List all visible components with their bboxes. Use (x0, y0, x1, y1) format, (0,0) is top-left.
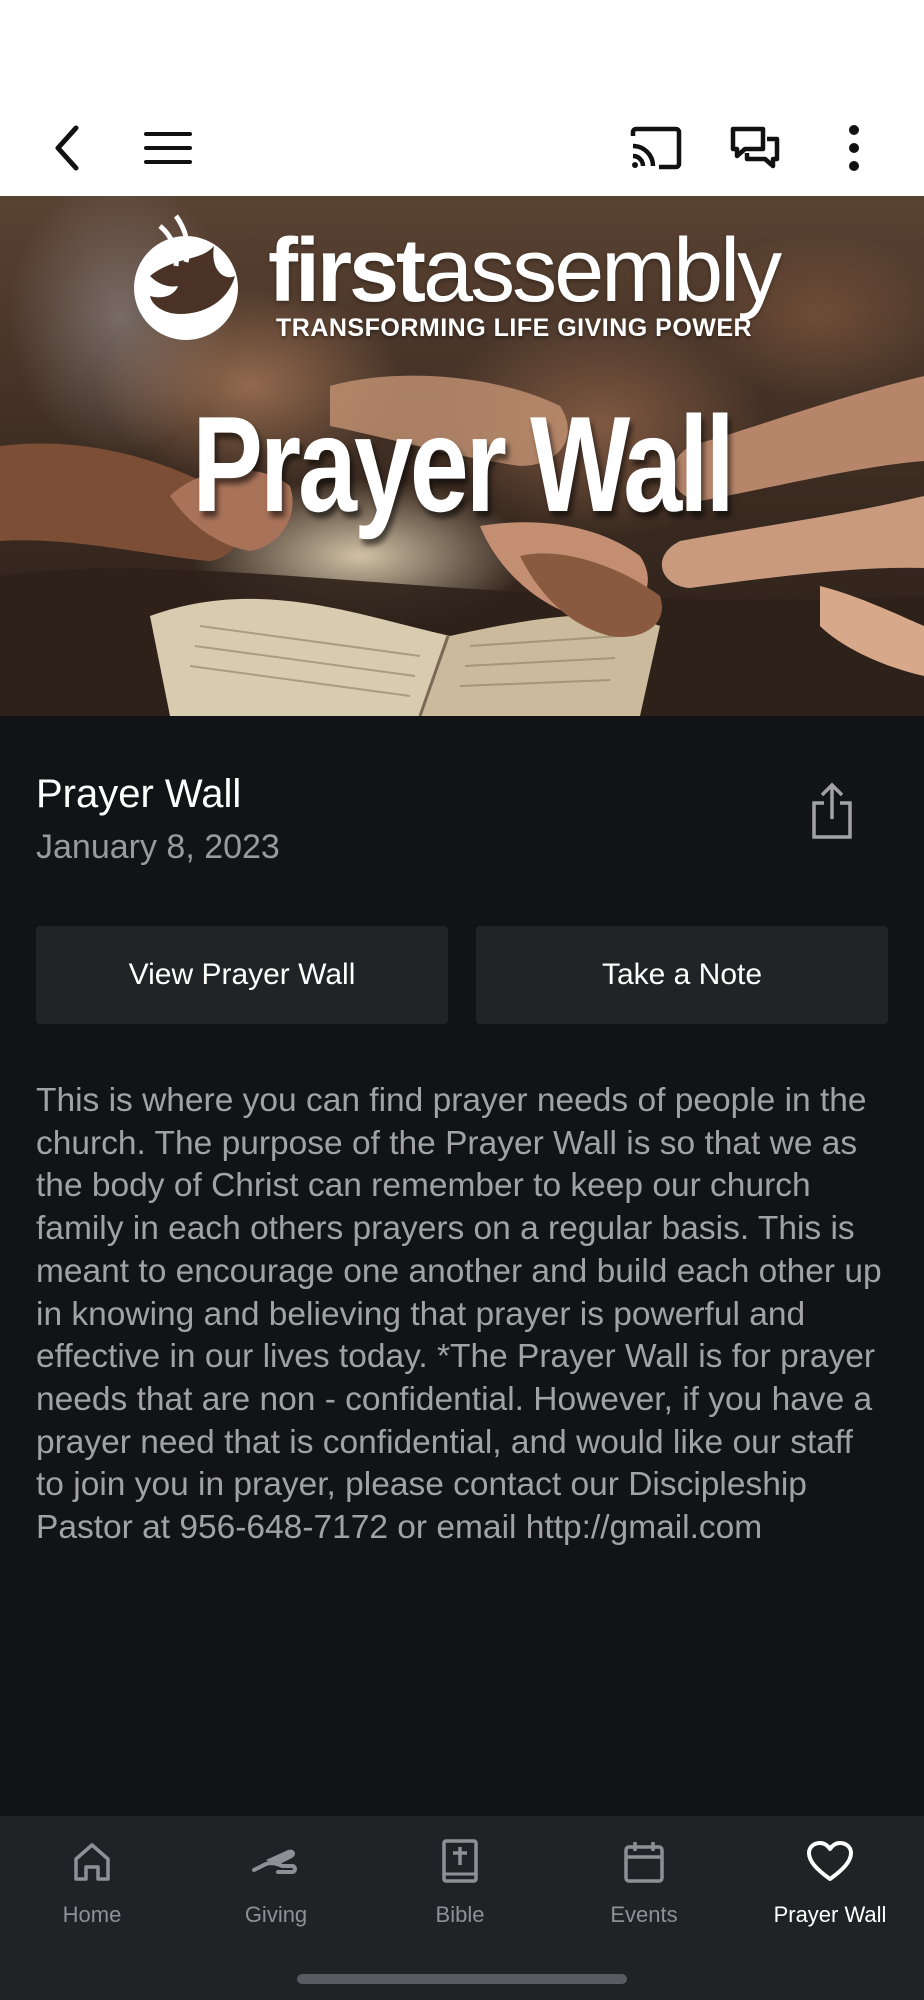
cast-icon[interactable] (626, 118, 686, 178)
view-prayer-wall-button[interactable]: View Prayer Wall (36, 926, 448, 1024)
item-title: Prayer Wall (36, 772, 242, 816)
nav-label-giving: Giving (244, 1902, 308, 1927)
take-a-note-button[interactable]: Take a Note (476, 926, 888, 1024)
dove-logo-icon (134, 214, 238, 340)
nav-label-bible: Bible (435, 1902, 485, 1927)
nav-label-prayer-wall: Prayer Wall (773, 1902, 887, 1927)
home-icon (68, 1836, 116, 1888)
nav-item-events[interactable]: Events (552, 1836, 736, 1946)
hero-title: Prayer Wall (192, 388, 735, 540)
home-indicator[interactable] (297, 1974, 627, 1984)
calendar-icon (620, 1836, 668, 1888)
hero-tagline: TRANSFORMING LIFE GIVING POWER (276, 314, 753, 342)
hamburger-menu-icon[interactable] (138, 118, 198, 178)
logo-bold: first (268, 221, 426, 321)
item-date: January 8, 2023 (36, 828, 280, 866)
back-chevron-icon[interactable] (38, 118, 98, 178)
content-area: Prayer Wall January 8, 2023 View Prayer … (0, 716, 924, 1816)
chat-icon[interactable] (725, 118, 785, 178)
top-toolbar (0, 100, 924, 196)
heart-icon (806, 1836, 854, 1888)
bottom-navigation: Home Giving Bible Events Prayer Wall (0, 1816, 924, 2000)
bible-icon (436, 1836, 484, 1888)
nav-label-home: Home (62, 1902, 122, 1927)
nav-item-home[interactable]: Home (0, 1836, 184, 1946)
more-vertical-icon[interactable] (824, 118, 884, 178)
description-text: This is where you can find prayer needs … (36, 1082, 882, 1547)
nav-label-events: Events (610, 1902, 678, 1927)
logo-light: assembly (423, 221, 782, 321)
hero-banner: firstassembly TRANSFORMING LIFE GIVING P… (0, 196, 924, 716)
giving-hand-icon (252, 1836, 300, 1888)
status-bar (0, 0, 924, 100)
share-icon[interactable] (800, 776, 864, 846)
nav-item-giving[interactable]: Giving (184, 1836, 368, 1946)
hero-logo-wordmark: firstassembly (268, 226, 782, 316)
nav-item-bible[interactable]: Bible (368, 1836, 552, 1946)
nav-item-prayer-wall[interactable]: Prayer Wall (738, 1836, 922, 1946)
